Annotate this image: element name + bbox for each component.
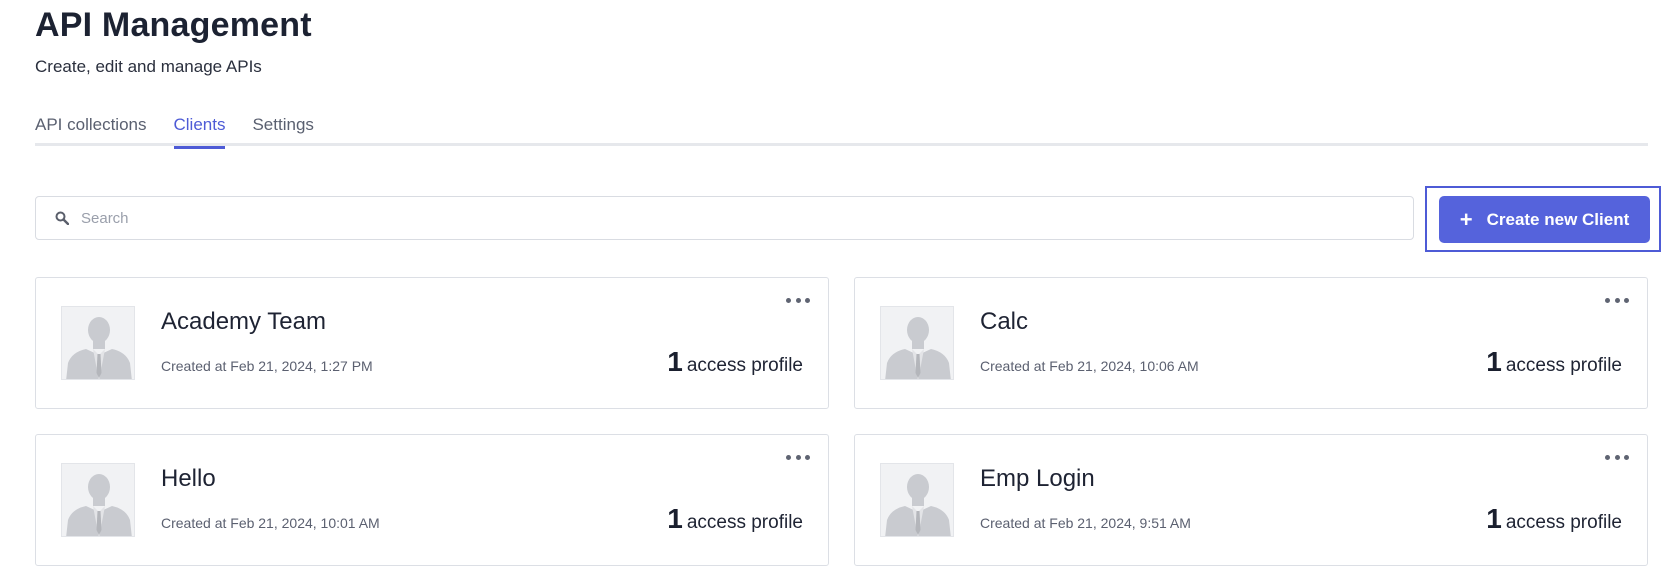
access-label: access profile — [1505, 512, 1622, 533]
client-card[interactable]: Hello Created at Feb 21, 2024, 10:01 AM … — [35, 434, 829, 566]
create-button-focus-outline: + Create new Client — [1425, 186, 1661, 252]
avatar — [880, 463, 954, 537]
access-profile-count: 1 access profile — [1486, 346, 1622, 378]
more-options-icon[interactable] — [786, 294, 810, 306]
create-new-client-button[interactable]: + Create new Client — [1439, 196, 1650, 243]
api-management-page: API Management Create, edit and manage A… — [0, 0, 1678, 581]
search-bar[interactable] — [35, 196, 1414, 240]
more-options-icon[interactable] — [1605, 294, 1629, 306]
access-count: 1 — [1486, 503, 1502, 534]
client-name: Emp Login — [980, 465, 1095, 492]
avatar — [880, 306, 954, 380]
page-title: API Management — [35, 6, 312, 44]
more-options-icon[interactable] — [1605, 451, 1629, 463]
tab-clients[interactable]: Clients — [173, 104, 225, 149]
created-at: Created at Feb 21, 2024, 10:01 AM — [161, 515, 380, 531]
client-card[interactable]: Calc Created at Feb 21, 2024, 10:06 AM 1… — [854, 277, 1648, 409]
client-name: Calc — [980, 308, 1029, 335]
access-profile-count: 1 access profile — [667, 503, 803, 535]
tab-bar: API collections Clients Settings — [35, 104, 1648, 149]
tab-settings[interactable]: Settings — [252, 104, 313, 146]
tab-api-collections[interactable]: API collections — [35, 104, 147, 146]
access-profile-count: 1 access profile — [1486, 503, 1622, 535]
access-count: 1 — [1486, 346, 1502, 377]
created-at: Created at Feb 21, 2024, 10:06 AM — [980, 358, 1199, 374]
create-button-label: Create new Client — [1486, 209, 1630, 229]
access-count: 1 — [667, 346, 683, 377]
avatar — [61, 306, 135, 380]
search-icon — [54, 210, 70, 226]
client-card[interactable]: Emp Login Created at Feb 21, 2024, 9:51 … — [854, 434, 1648, 566]
access-label: access profile — [686, 355, 803, 376]
more-options-icon[interactable] — [786, 451, 810, 463]
access-label: access profile — [686, 512, 803, 533]
avatar — [61, 463, 135, 537]
client-name: Academy Team — [161, 308, 326, 335]
search-input[interactable] — [81, 209, 1381, 227]
access-profile-count: 1 access profile — [667, 346, 803, 378]
access-count: 1 — [667, 503, 683, 534]
created-at: Created at Feb 21, 2024, 1:27 PM — [161, 358, 373, 374]
created-at: Created at Feb 21, 2024, 9:51 AM — [980, 515, 1191, 531]
client-card[interactable]: Academy Team Created at Feb 21, 2024, 1:… — [35, 277, 829, 409]
access-label: access profile — [1505, 355, 1622, 376]
client-name: Hello — [161, 465, 216, 492]
page-subtitle: Create, edit and manage APIs — [35, 57, 262, 76]
plus-icon: + — [1459, 206, 1473, 232]
